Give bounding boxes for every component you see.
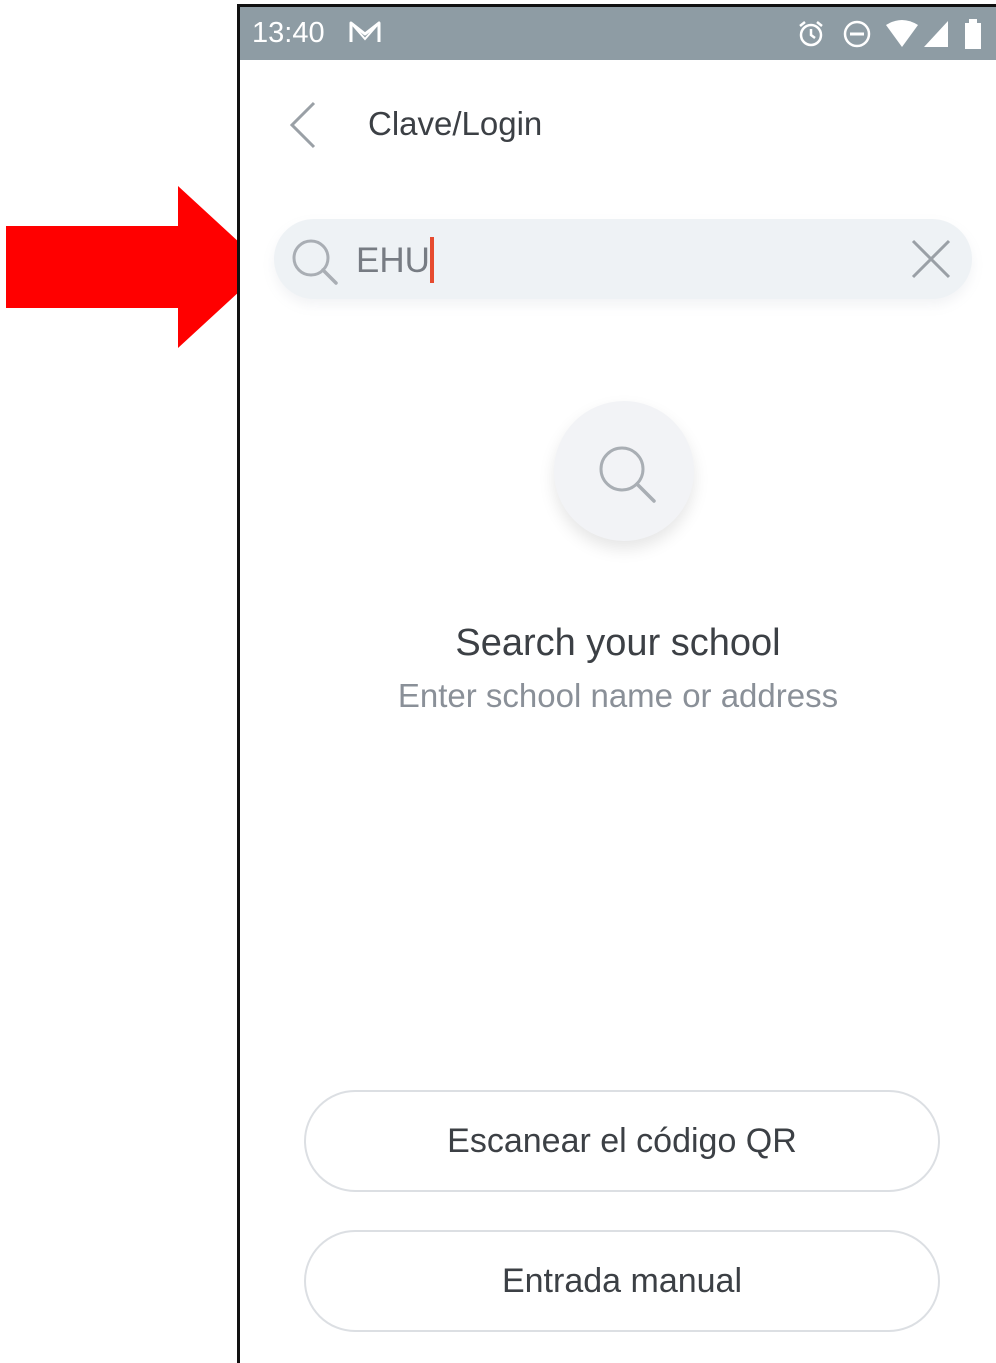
- empty-state-search-badge: [554, 401, 694, 541]
- annotation-arrow-icon: [6, 186, 266, 348]
- back-chevron-icon[interactable]: [284, 99, 320, 151]
- signal-icon: [924, 21, 948, 47]
- alarm-icon: [799, 21, 823, 47]
- battery-icon: [965, 19, 981, 49]
- do-not-disturb-icon: [843, 20, 871, 48]
- gmail-icon: [349, 21, 381, 42]
- status-time: 13:40: [252, 17, 325, 49]
- scan-qr-button[interactable]: Escanear el código QR: [304, 1090, 940, 1192]
- text-caret: [430, 237, 434, 283]
- status-icons: [792, 19, 992, 49]
- search-input[interactable]: [356, 241, 876, 281]
- status-bar: 13:40: [240, 7, 996, 60]
- manual-entry-button[interactable]: Entrada manual: [304, 1230, 940, 1332]
- wifi-icon: [886, 20, 918, 47]
- empty-state-title: Search your school: [455, 622, 781, 664]
- empty-state-subtitle: Enter school name or address: [397, 677, 839, 714]
- phone-screen: 13:40 Clave/Login EHU Search your school…: [237, 4, 996, 1363]
- school-search-bar[interactable]: [274, 219, 972, 299]
- close-icon[interactable]: [910, 238, 952, 280]
- page-title: Clave/Login: [368, 105, 543, 142]
- search-icon: [599, 446, 656, 503]
- search-icon: [292, 239, 338, 285]
